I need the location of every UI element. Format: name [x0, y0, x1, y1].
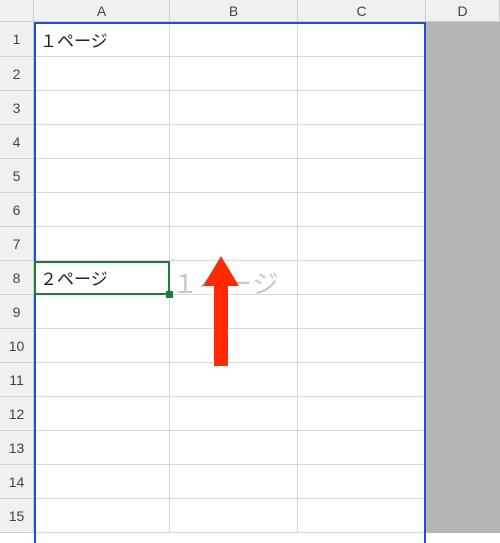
cell-C1[interactable] — [298, 22, 426, 57]
cell-C8[interactable] — [298, 261, 426, 295]
cell-C14[interactable] — [298, 465, 426, 499]
cell-C10[interactable] — [298, 329, 426, 363]
cell-C12[interactable] — [298, 397, 426, 431]
column-headers: A B C D — [0, 0, 500, 22]
cell-D2[interactable] — [426, 57, 500, 91]
cell-A2[interactable] — [34, 57, 170, 91]
row: 1１ページ — [0, 22, 500, 57]
row-header[interactable]: 13 — [0, 431, 34, 465]
row: 4 — [0, 125, 500, 159]
row: 8２ページ — [0, 261, 500, 295]
row-header[interactable]: 5 — [0, 159, 34, 193]
spreadsheet: A B C D 1１ページ2345678２ページ9101112131415 １ペ… — [0, 0, 500, 533]
cell-C13[interactable] — [298, 431, 426, 465]
cell-D10[interactable] — [426, 329, 500, 363]
row: 7 — [0, 227, 500, 261]
row-header[interactable]: 8 — [0, 261, 34, 295]
cell-D5[interactable] — [426, 159, 500, 193]
cell-D13[interactable] — [426, 431, 500, 465]
cell-B9[interactable] — [170, 295, 298, 329]
cell-D1[interactable] — [426, 22, 500, 57]
row: 11 — [0, 363, 500, 397]
cell-A12[interactable] — [34, 397, 170, 431]
cell-B4[interactable] — [170, 125, 298, 159]
row-header[interactable]: 7 — [0, 227, 34, 261]
cell-D15[interactable] — [426, 499, 500, 533]
cell-A8[interactable]: ２ページ — [34, 261, 170, 295]
cell-D7[interactable] — [426, 227, 500, 261]
cell-C4[interactable] — [298, 125, 426, 159]
cell-D4[interactable] — [426, 125, 500, 159]
row-header[interactable]: 3 — [0, 91, 34, 125]
cell-D8[interactable] — [426, 261, 500, 295]
row-header[interactable]: 4 — [0, 125, 34, 159]
cell-B6[interactable] — [170, 193, 298, 227]
cell-D12[interactable] — [426, 397, 500, 431]
row: 10 — [0, 329, 500, 363]
col-header-B[interactable]: B — [170, 0, 298, 21]
row: 13 — [0, 431, 500, 465]
cell-A10[interactable] — [34, 329, 170, 363]
cell-B2[interactable] — [170, 57, 298, 91]
row-header[interactable]: 2 — [0, 57, 34, 91]
cell-D6[interactable] — [426, 193, 500, 227]
cell-C5[interactable] — [298, 159, 426, 193]
row-header[interactable]: 11 — [0, 363, 34, 397]
grid-rows: 1１ページ2345678２ページ9101112131415 — [0, 22, 500, 533]
col-header-A[interactable]: A — [34, 0, 170, 21]
cell-A11[interactable] — [34, 363, 170, 397]
row-header[interactable]: 9 — [0, 295, 34, 329]
row: 6 — [0, 193, 500, 227]
cell-D3[interactable] — [426, 91, 500, 125]
row-header[interactable]: 14 — [0, 465, 34, 499]
row: 3 — [0, 91, 500, 125]
row: 12 — [0, 397, 500, 431]
row-header[interactable]: 12 — [0, 397, 34, 431]
cell-A6[interactable] — [34, 193, 170, 227]
row-header[interactable]: 1 — [0, 22, 34, 57]
row: 9 — [0, 295, 500, 329]
cell-B3[interactable] — [170, 91, 298, 125]
cell-C3[interactable] — [298, 91, 426, 125]
row: 15 — [0, 499, 500, 533]
cell-D14[interactable] — [426, 465, 500, 499]
cell-C15[interactable] — [298, 499, 426, 533]
row-header[interactable]: 6 — [0, 193, 34, 227]
col-header-C[interactable]: C — [298, 0, 426, 21]
cell-B14[interactable] — [170, 465, 298, 499]
cell-C7[interactable] — [298, 227, 426, 261]
cell-A7[interactable] — [34, 227, 170, 261]
fill-handle[interactable] — [166, 291, 173, 298]
cell-C9[interactable] — [298, 295, 426, 329]
cell-B10[interactable] — [170, 329, 298, 363]
cell-A13[interactable] — [34, 431, 170, 465]
cell-B12[interactable] — [170, 397, 298, 431]
cell-A15[interactable] — [34, 499, 170, 533]
cell-B7[interactable] — [170, 227, 298, 261]
cell-C11[interactable] — [298, 363, 426, 397]
cell-D9[interactable] — [426, 295, 500, 329]
cell-B15[interactable] — [170, 499, 298, 533]
cell-B11[interactable] — [170, 363, 298, 397]
cell-B8[interactable] — [170, 261, 298, 295]
cell-A4[interactable] — [34, 125, 170, 159]
cell-D11[interactable] — [426, 363, 500, 397]
cell-A14[interactable] — [34, 465, 170, 499]
cell-C2[interactable] — [298, 57, 426, 91]
row-header[interactable]: 15 — [0, 499, 34, 533]
cell-C6[interactable] — [298, 193, 426, 227]
cell-A3[interactable] — [34, 91, 170, 125]
row: 2 — [0, 57, 500, 91]
cell-A9[interactable] — [34, 295, 170, 329]
cell-B5[interactable] — [170, 159, 298, 193]
row: 14 — [0, 465, 500, 499]
col-header-D[interactable]: D — [426, 0, 500, 21]
cell-A5[interactable] — [34, 159, 170, 193]
select-all-corner[interactable] — [0, 0, 34, 21]
cell-A1[interactable]: １ページ — [34, 22, 170, 57]
row-header[interactable]: 10 — [0, 329, 34, 363]
cell-B13[interactable] — [170, 431, 298, 465]
cell-B1[interactable] — [170, 22, 298, 57]
row: 5 — [0, 159, 500, 193]
